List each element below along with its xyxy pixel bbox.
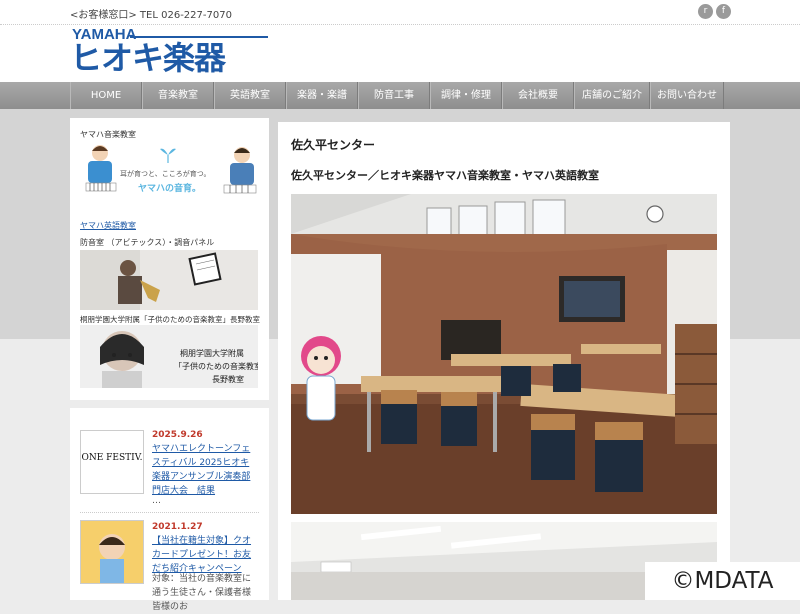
contact-phone: <お客様窓口> TEL 026-227-7070 bbox=[70, 10, 232, 21]
news-thumbnail-art bbox=[81, 521, 143, 583]
nav-stores[interactable]: 店舗のご紹介 bbox=[574, 82, 650, 109]
news-list: ONE FESTIV. 2025.9.26 ヤマハエレクトーンフェスティバル 2… bbox=[70, 408, 269, 612]
watermark: ©MDATA bbox=[645, 562, 800, 600]
nav-music-school[interactable]: 音楽教室 bbox=[142, 82, 214, 109]
news-thumbnail[interactable] bbox=[80, 520, 144, 584]
toho-school-label: 桐朋学園大学附属「子供のための音楽教室」長野教室 bbox=[80, 315, 260, 324]
english-school-link[interactable]: ヤマハ英語教室 bbox=[80, 220, 136, 231]
soundproof-banner[interactable] bbox=[80, 250, 258, 310]
news-excerpt: … bbox=[152, 496, 161, 506]
music-school-banner[interactable]: 耳が育つと、こころが育つ。 ヤマハの音育。 bbox=[80, 141, 258, 203]
nav-contact[interactable]: お問い合わせ bbox=[650, 82, 724, 109]
facebook-icon[interactable]: f bbox=[716, 4, 731, 19]
music-banner-tagline: 耳が育つと、こころが育つ。 bbox=[120, 170, 211, 178]
main-nav: HOME 音楽教室 英語教室 楽器・楽譜 防音工事 調律・修理 会社概要 店舗の… bbox=[0, 82, 800, 109]
nav-soundproofing[interactable]: 防音工事 bbox=[358, 82, 430, 109]
news-date: 2021.1.27 bbox=[152, 522, 203, 532]
toho-banner-line2: 「子供のための音楽教室」 bbox=[174, 362, 258, 371]
nav-instruments[interactable]: 楽器・楽譜 bbox=[286, 82, 358, 109]
site-header: <お客様窓口> TEL 026-227-7070 r f YAMAHA ヒオキ楽… bbox=[0, 0, 800, 82]
news-date: 2025.9.26 bbox=[152, 430, 203, 440]
news-excerpt: 対象：当社の音楽教室に通う生徒さん・保護者様皆様のお bbox=[152, 574, 252, 612]
soundproof-label: 防音室 （アビテックス）・調音パネル bbox=[80, 238, 215, 247]
divider bbox=[0, 24, 800, 25]
nav-company[interactable]: 会社概要 bbox=[502, 82, 574, 109]
logo-underline bbox=[130, 36, 268, 38]
toho-school-banner[interactable]: 桐朋学園大学附属 「子供のための音楽教室」 長野教室 bbox=[80, 325, 258, 388]
nav-tuning-repair[interactable]: 調律・修理 bbox=[430, 82, 502, 109]
sidebar: ヤマハ音楽教室 耳が育つと、こころが育つ。 ヤマハの音育。 ヤマハ英語教室 防音… bbox=[70, 118, 269, 400]
site-logo[interactable]: ヒオキ楽器 bbox=[70, 40, 226, 76]
nav-home[interactable]: HOME bbox=[70, 82, 142, 109]
news-thumbnail-text: ONE FESTIV. bbox=[81, 453, 143, 463]
page-subtitle: 佐久平センター／ヒオキ楽器ヤマハ音楽教室・ヤマハ英語教室 bbox=[291, 169, 599, 182]
classroom-photo-art bbox=[291, 194, 717, 514]
news-item[interactable]: 2021.1.27 【当社在籍生対象】クオカードプレゼント！お友だち紹介キャンペ… bbox=[70, 512, 269, 612]
main-content: 佐久平センター 佐久平センター／ヒオキ楽器ヤマハ音楽教室・ヤマハ英語教室 bbox=[278, 122, 730, 600]
news-item[interactable]: ONE FESTIV. 2025.9.26 ヤマハエレクトーンフェスティバル 2… bbox=[70, 408, 269, 510]
toho-banner-line1: 桐朋学園大学附属 bbox=[180, 349, 244, 358]
news-title-link[interactable]: 【当社在籍生対象】クオカードプレゼント！お友だち紹介キャンペーン bbox=[152, 534, 258, 576]
rss-icon[interactable]: r bbox=[698, 4, 713, 19]
classroom-photo bbox=[291, 194, 717, 514]
news-title-link[interactable]: ヤマハエレクトーンフェスティバル 2025ヒオキ楽器アンサンブル演奏部門店大会 … bbox=[152, 442, 258, 498]
news-thumbnail[interactable]: ONE FESTIV. bbox=[80, 430, 144, 494]
soundproof-banner-art bbox=[80, 250, 258, 310]
page-title: 佐久平センター bbox=[291, 138, 376, 152]
music-school-label: ヤマハ音楽教室 bbox=[80, 130, 136, 139]
nav-english-school[interactable]: 英語教室 bbox=[214, 82, 286, 109]
music-banner-brand: ヤマハの音育。 bbox=[138, 184, 202, 194]
toho-banner-line3: 長野教室 bbox=[212, 375, 244, 384]
